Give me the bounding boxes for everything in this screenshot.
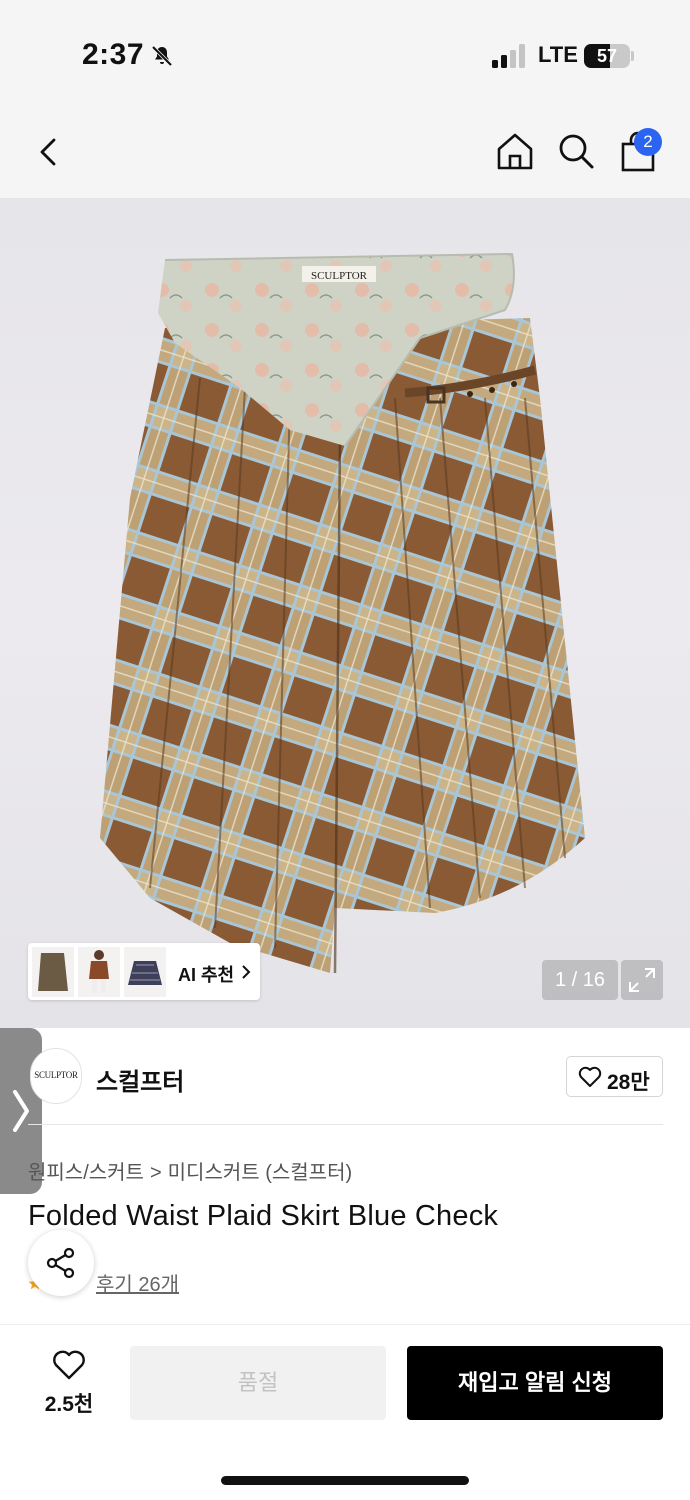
- product-photo-plaid-skirt: SCULPTOR: [100, 252, 585, 974]
- soldout-button: 품절: [130, 1346, 386, 1420]
- status-time: 2:37: [82, 38, 145, 71]
- ai-thumbnail-3[interactable]: [124, 947, 166, 997]
- brand-logo-text: SCULPTOR: [34, 1070, 78, 1080]
- expand-icon[interactable]: [621, 960, 663, 1000]
- chevron-right-icon: [242, 965, 251, 979]
- share-button[interactable]: [28, 1230, 94, 1296]
- battery-cap: [631, 51, 634, 61]
- brand-like-count: 28만: [607, 1071, 650, 1094]
- brand-like-button[interactable]: 28만: [566, 1056, 663, 1097]
- breadcrumb-item-category[interactable]: 원피스/스커트: [28, 1162, 144, 1184]
- bell-muted-icon: [151, 45, 173, 67]
- cart-count-badge: 2: [634, 128, 662, 156]
- search-icon[interactable]: [555, 130, 597, 172]
- wishlist-count: 2.5천: [44, 1393, 94, 1416]
- status-bar: 2:37 LTE 57: [0, 0, 690, 110]
- home-icon[interactable]: [494, 130, 536, 172]
- top-nav-bar: [0, 110, 690, 198]
- ai-thumbnail-1[interactable]: [32, 947, 74, 997]
- breadcrumb: 원피스/스커트 > 미디스커트 (스컬프터): [28, 1156, 352, 1185]
- home-indicator: [221, 1476, 469, 1485]
- heart-icon: [53, 1350, 85, 1380]
- cellular-signal-icon: [492, 44, 525, 68]
- ai-recommendation-chip[interactable]: AI 추천: [28, 943, 260, 1000]
- divider: [28, 1124, 663, 1125]
- product-title: Folded Waist Plaid Skirt Blue Check: [28, 1200, 499, 1232]
- back-chevron-icon[interactable]: [30, 132, 70, 172]
- product-image-gallery[interactable]: SCULPTOR: [0, 198, 690, 1028]
- skirt-brand-tag: SCULPTOR: [311, 270, 368, 282]
- breadcrumb-separator: >: [149, 1162, 162, 1184]
- battery-icon: 57: [584, 44, 630, 68]
- share-icon: [46, 1247, 75, 1279]
- brand-logo[interactable]: SCULPTOR: [30, 1048, 82, 1104]
- breadcrumb-item-subcategory[interactable]: 미디스커트 (스컬프터): [168, 1162, 352, 1184]
- chevron-right-icon: [13, 1090, 29, 1132]
- restock-alert-button[interactable]: 재입고 알림 신청: [407, 1346, 663, 1420]
- brand-name[interactable]: 스컬프터: [96, 1062, 184, 1097]
- ai-thumbnail-2[interactable]: [78, 947, 120, 997]
- battery-percent: 57: [596, 46, 618, 66]
- image-counter: 1 / 16: [542, 960, 618, 1000]
- ai-recommendation-label: AI 추천: [178, 965, 235, 985]
- network-type: LTE: [538, 42, 578, 67]
- heart-icon: [578, 1066, 602, 1087]
- reviews-link[interactable]: 후기 26개: [96, 1268, 179, 1297]
